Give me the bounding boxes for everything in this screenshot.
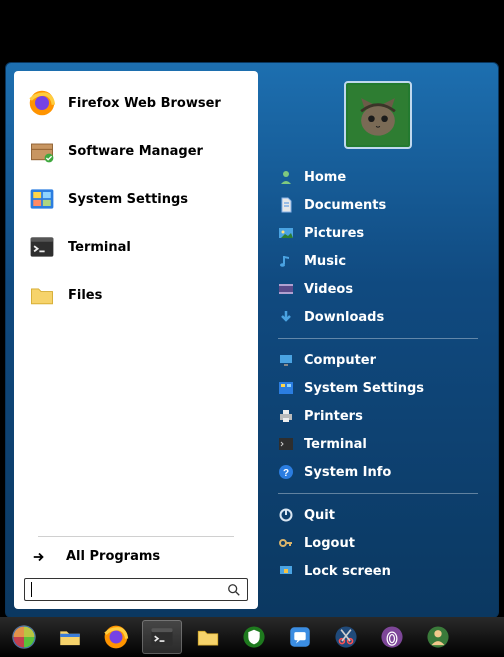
computer-icon xyxy=(278,352,294,368)
places-item-label: Printers xyxy=(304,409,363,424)
home-user-icon xyxy=(278,169,294,185)
taskbar xyxy=(0,617,504,657)
search-icon xyxy=(227,583,241,597)
places-item-label: Music xyxy=(304,254,346,269)
places-item-videos[interactable]: Videos xyxy=(270,275,486,303)
places-item-home[interactable]: Home xyxy=(270,163,486,191)
app-item-label: Firefox Web Browser xyxy=(68,96,221,111)
videos-icon xyxy=(278,281,294,297)
app-item-label: System Settings xyxy=(68,192,188,207)
download-arrow-icon xyxy=(278,309,294,325)
places-item-label: Documents xyxy=(304,198,386,213)
places-item-music[interactable]: Music xyxy=(270,247,486,275)
all-programs-button[interactable]: All Programs xyxy=(14,541,258,572)
info-icon: ? xyxy=(278,464,294,480)
all-programs-label: All Programs xyxy=(66,549,160,564)
places-item-system-info[interactable]: ? System Info xyxy=(270,458,486,486)
taskbar-item-chat[interactable] xyxy=(280,620,320,654)
session-item-label: Quit xyxy=(304,508,335,523)
taskbar-item-terminal[interactable] xyxy=(142,620,182,654)
start-menu: Firefox Web Browser Software Manager Sys… xyxy=(5,62,499,618)
key-icon xyxy=(278,535,294,551)
search-input-wrap[interactable] xyxy=(24,578,248,601)
session-item-quit[interactable]: Quit xyxy=(270,501,486,529)
session-item-label: Lock screen xyxy=(304,564,391,579)
music-note-icon xyxy=(278,253,294,269)
document-icon xyxy=(278,197,294,213)
package-icon xyxy=(28,137,56,165)
divider xyxy=(278,493,478,494)
firefox-icon xyxy=(103,624,129,650)
places-item-label: Pictures xyxy=(304,226,364,241)
taskbar-item-shield[interactable] xyxy=(234,620,274,654)
places-item-label: Terminal xyxy=(304,437,367,452)
pictures-icon xyxy=(278,225,294,241)
start-menu-left-panel: Firefox Web Browser Software Manager Sys… xyxy=(14,71,258,609)
settings-panel-icon xyxy=(278,380,294,396)
taskbar-item-firefox[interactable] xyxy=(96,620,136,654)
taskbar-start-button[interactable] xyxy=(4,620,44,654)
places-item-label: Downloads xyxy=(304,310,384,325)
firefox-icon xyxy=(28,89,56,117)
file-manager-icon xyxy=(57,624,83,650)
app-item-system-settings[interactable]: System Settings xyxy=(14,175,258,223)
start-menu-right-panel: Home Documents Pictures Music Videos Dow… xyxy=(266,71,490,609)
places-item-label: Home xyxy=(304,170,346,185)
printer-icon xyxy=(278,408,294,424)
places-item-downloads[interactable]: Downloads xyxy=(270,303,486,331)
shield-circle-icon xyxy=(241,624,267,650)
chat-bubble-icon xyxy=(287,624,313,650)
arrow-right-icon xyxy=(32,550,46,564)
divider xyxy=(38,536,234,537)
app-item-label: Software Manager xyxy=(68,144,203,159)
settings-panel-icon xyxy=(28,185,56,213)
terminal-icon xyxy=(278,436,294,452)
app-item-label: Files xyxy=(68,288,102,303)
search-input[interactable] xyxy=(38,582,221,597)
taskbar-item-file-manager[interactable] xyxy=(50,620,90,654)
app-item-label: Terminal xyxy=(68,240,131,255)
places-item-printers[interactable]: Printers xyxy=(270,402,486,430)
session-item-logout[interactable]: Logout xyxy=(270,529,486,557)
session-item-label: Logout xyxy=(304,536,355,551)
svg-text:?: ? xyxy=(283,468,289,479)
places-item-system-settings[interactable]: System Settings xyxy=(270,374,486,402)
scissors-icon xyxy=(333,624,359,650)
taskbar-item-tor[interactable] xyxy=(372,620,412,654)
places-item-documents[interactable]: Documents xyxy=(270,191,486,219)
session-item-lock-screen[interactable]: Lock screen xyxy=(270,557,486,585)
app-item-software-manager[interactable]: Software Manager xyxy=(14,127,258,175)
start-orb-icon xyxy=(11,624,37,650)
lock-monitor-icon xyxy=(278,563,294,579)
terminal-icon xyxy=(149,624,175,650)
taskbar-item-user[interactable] xyxy=(418,620,458,654)
places-item-label: System Settings xyxy=(304,381,424,396)
user-avatar-icon xyxy=(425,624,451,650)
taskbar-item-folder[interactable] xyxy=(188,620,228,654)
app-item-firefox[interactable]: Firefox Web Browser xyxy=(14,79,258,127)
power-icon xyxy=(278,507,294,523)
divider xyxy=(278,338,478,339)
terminal-icon xyxy=(28,233,56,261)
places-item-label: System Info xyxy=(304,465,391,480)
places-item-label: Videos xyxy=(304,282,353,297)
text-caret xyxy=(31,582,32,597)
onion-icon xyxy=(379,624,405,650)
places-item-label: Computer xyxy=(304,353,376,368)
places-item-pictures[interactable]: Pictures xyxy=(270,219,486,247)
places-item-terminal[interactable]: Terminal xyxy=(270,430,486,458)
places-item-computer[interactable]: Computer xyxy=(270,346,486,374)
app-item-terminal[interactable]: Terminal xyxy=(14,223,258,271)
app-item-files[interactable]: Files xyxy=(14,271,258,319)
folder-icon xyxy=(28,281,56,309)
taskbar-item-snip[interactable] xyxy=(326,620,366,654)
folder-icon xyxy=(195,624,221,650)
user-avatar[interactable] xyxy=(344,81,412,149)
